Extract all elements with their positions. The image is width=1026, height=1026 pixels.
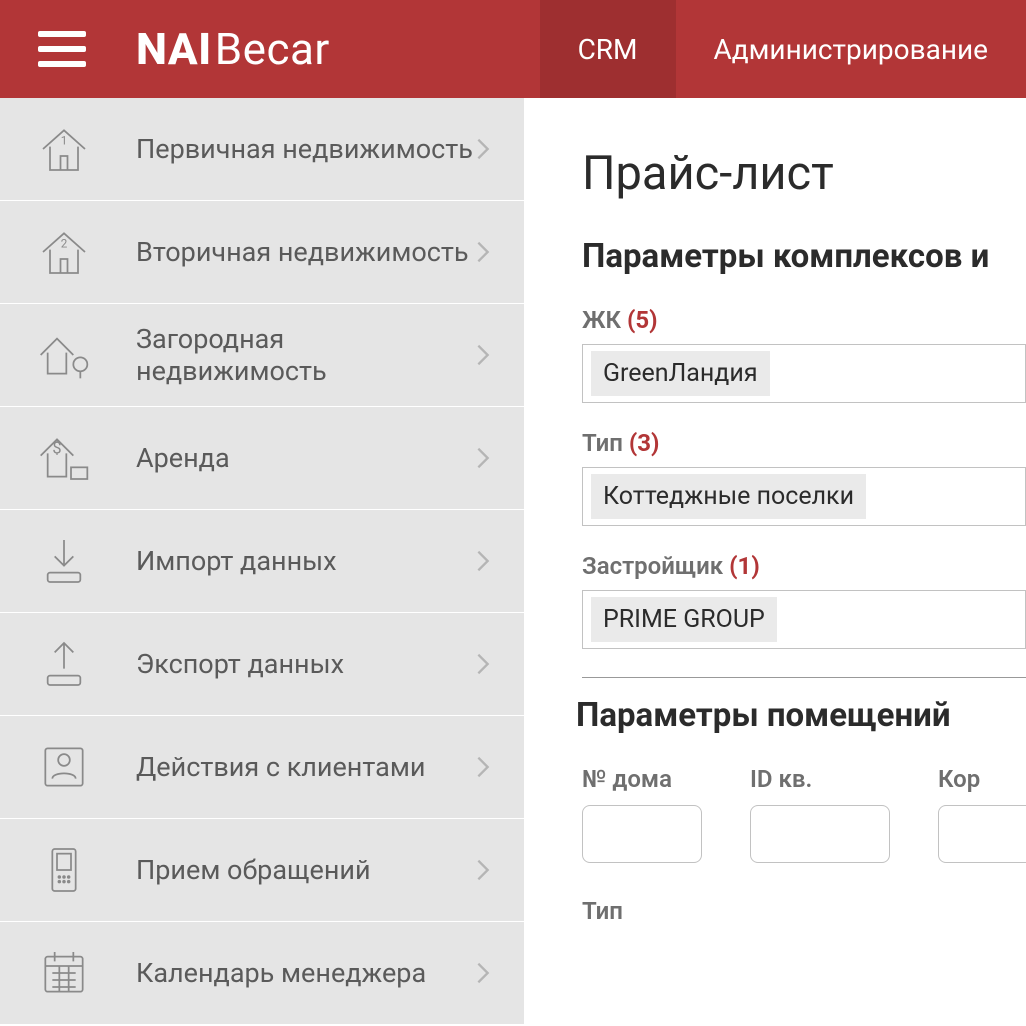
filter-tag[interactable]: GreenЛандия (591, 351, 770, 396)
sidebar-item-client-actions[interactable]: Действия с клиентами (0, 716, 524, 819)
top-nav: CRM Администрирование (540, 0, 1026, 98)
chevron-right-icon (476, 343, 490, 367)
sidebar-item-label: Загородная недвижимость (136, 323, 476, 387)
param-apt-id-input[interactable] (750, 805, 890, 863)
sidebar-item-label: Прием обращений (136, 854, 476, 886)
param-house-no-input[interactable] (582, 805, 702, 863)
sidebar-item-label: Календарь менеджера (136, 957, 476, 989)
header: NAIBecar CRM Администрирование (0, 0, 1026, 98)
sidebar-item-label: Импорт данных (136, 545, 476, 577)
param-apt-id-label: ID кв. (750, 765, 890, 793)
svg-text:1: 1 (61, 133, 68, 147)
sidebar-item-label: Действия с клиентами (136, 751, 476, 783)
house-money-icon: $ (36, 430, 92, 486)
filter-developer: Застройщик (1) PRIME GROUP (582, 552, 1026, 649)
sidebar-item-rent[interactable]: $ Аренда (0, 407, 524, 510)
chevron-right-icon (476, 652, 490, 676)
sidebar-item-secondary-realty[interactable]: 2 Вторичная недвижимость (0, 201, 524, 304)
page-title: Прайс-лист (582, 146, 1026, 201)
filter-type: Тип (3) Коттеджные поселки (582, 429, 1026, 526)
params-row: № дома ID кв. Кор (582, 765, 1026, 863)
phone-icon (36, 842, 92, 898)
chevron-right-icon (476, 549, 490, 573)
sidebar: 1 Первичная недвижимость 2 Вторичная нед… (0, 98, 524, 1025)
filter-developer-input[interactable]: PRIME GROUP (582, 590, 1026, 649)
param-apt-id: ID кв. (750, 765, 890, 863)
filter-zk: ЖК (5) GreenЛандия (582, 306, 1026, 403)
section-rooms-title: Параметры помещений (576, 696, 1026, 735)
sidebar-item-primary-realty[interactable]: 1 Первичная недвижимость (0, 98, 524, 201)
logo[interactable]: NAIBecar (136, 23, 330, 75)
nav-crm[interactable]: CRM (540, 0, 676, 98)
contact-card-icon (36, 739, 92, 795)
filter-zk-label: ЖК (5) (582, 306, 1026, 334)
param-korp-label: Кор (938, 765, 1026, 793)
param-type-label: Тип (582, 897, 623, 925)
filter-tag[interactable]: PRIME GROUP (591, 597, 777, 642)
calendar-icon (36, 945, 92, 1001)
param-type: Тип (582, 897, 1026, 925)
menu-icon[interactable] (38, 31, 86, 67)
chevron-right-icon (476, 446, 490, 470)
sidebar-item-manager-calendar[interactable]: Календарь менеджера (0, 922, 524, 1025)
filter-tag[interactable]: Коттеджные поселки (591, 474, 866, 519)
svg-text:$: $ (52, 438, 61, 457)
chevron-right-icon (476, 137, 490, 161)
chevron-right-icon (476, 858, 490, 882)
sidebar-item-label: Первичная недвижимость (136, 133, 476, 165)
sidebar-item-label: Аренда (136, 442, 476, 474)
download-icon (36, 533, 92, 589)
sidebar-item-export[interactable]: Экспорт данных (0, 613, 524, 716)
chevron-right-icon (476, 240, 490, 264)
sidebar-item-label: Экспорт данных (136, 648, 476, 680)
house-1-icon: 1 (36, 121, 92, 177)
filter-type-input[interactable]: Коттеджные поселки (582, 467, 1026, 526)
house-tree-icon (36, 327, 92, 383)
sidebar-item-import[interactable]: Импорт данных (0, 510, 524, 613)
param-korp-input[interactable] (938, 805, 1026, 863)
nav-admin[interactable]: Администрирование (676, 0, 1026, 98)
section-divider (582, 677, 1026, 678)
filter-developer-label: Застройщик (1) (582, 552, 1026, 580)
upload-icon (36, 636, 92, 692)
house-2-icon: 2 (36, 224, 92, 280)
param-house-no-label: № дома (582, 765, 702, 793)
sidebar-item-inquiries[interactable]: Прием обращений (0, 819, 524, 922)
svg-text:2: 2 (61, 236, 68, 250)
sidebar-item-suburban-realty[interactable]: Загородная недвижимость (0, 304, 524, 407)
chevron-right-icon (476, 961, 490, 985)
param-korp: Кор (938, 765, 1026, 863)
filter-type-label: Тип (3) (582, 429, 1026, 457)
section-complexes-title: Параметры комплексов и (582, 237, 1026, 276)
chevron-right-icon (476, 755, 490, 779)
sidebar-item-label: Вторичная недвижимость (136, 236, 476, 268)
main-content: Прайс-лист Параметры комплексов и ЖК (5)… (524, 98, 1026, 925)
logo-bold: NAI (136, 23, 212, 75)
logo-thin: Becar (215, 23, 330, 75)
param-house-no: № дома (582, 765, 702, 863)
filter-zk-input[interactable]: GreenЛандия (582, 344, 1026, 403)
